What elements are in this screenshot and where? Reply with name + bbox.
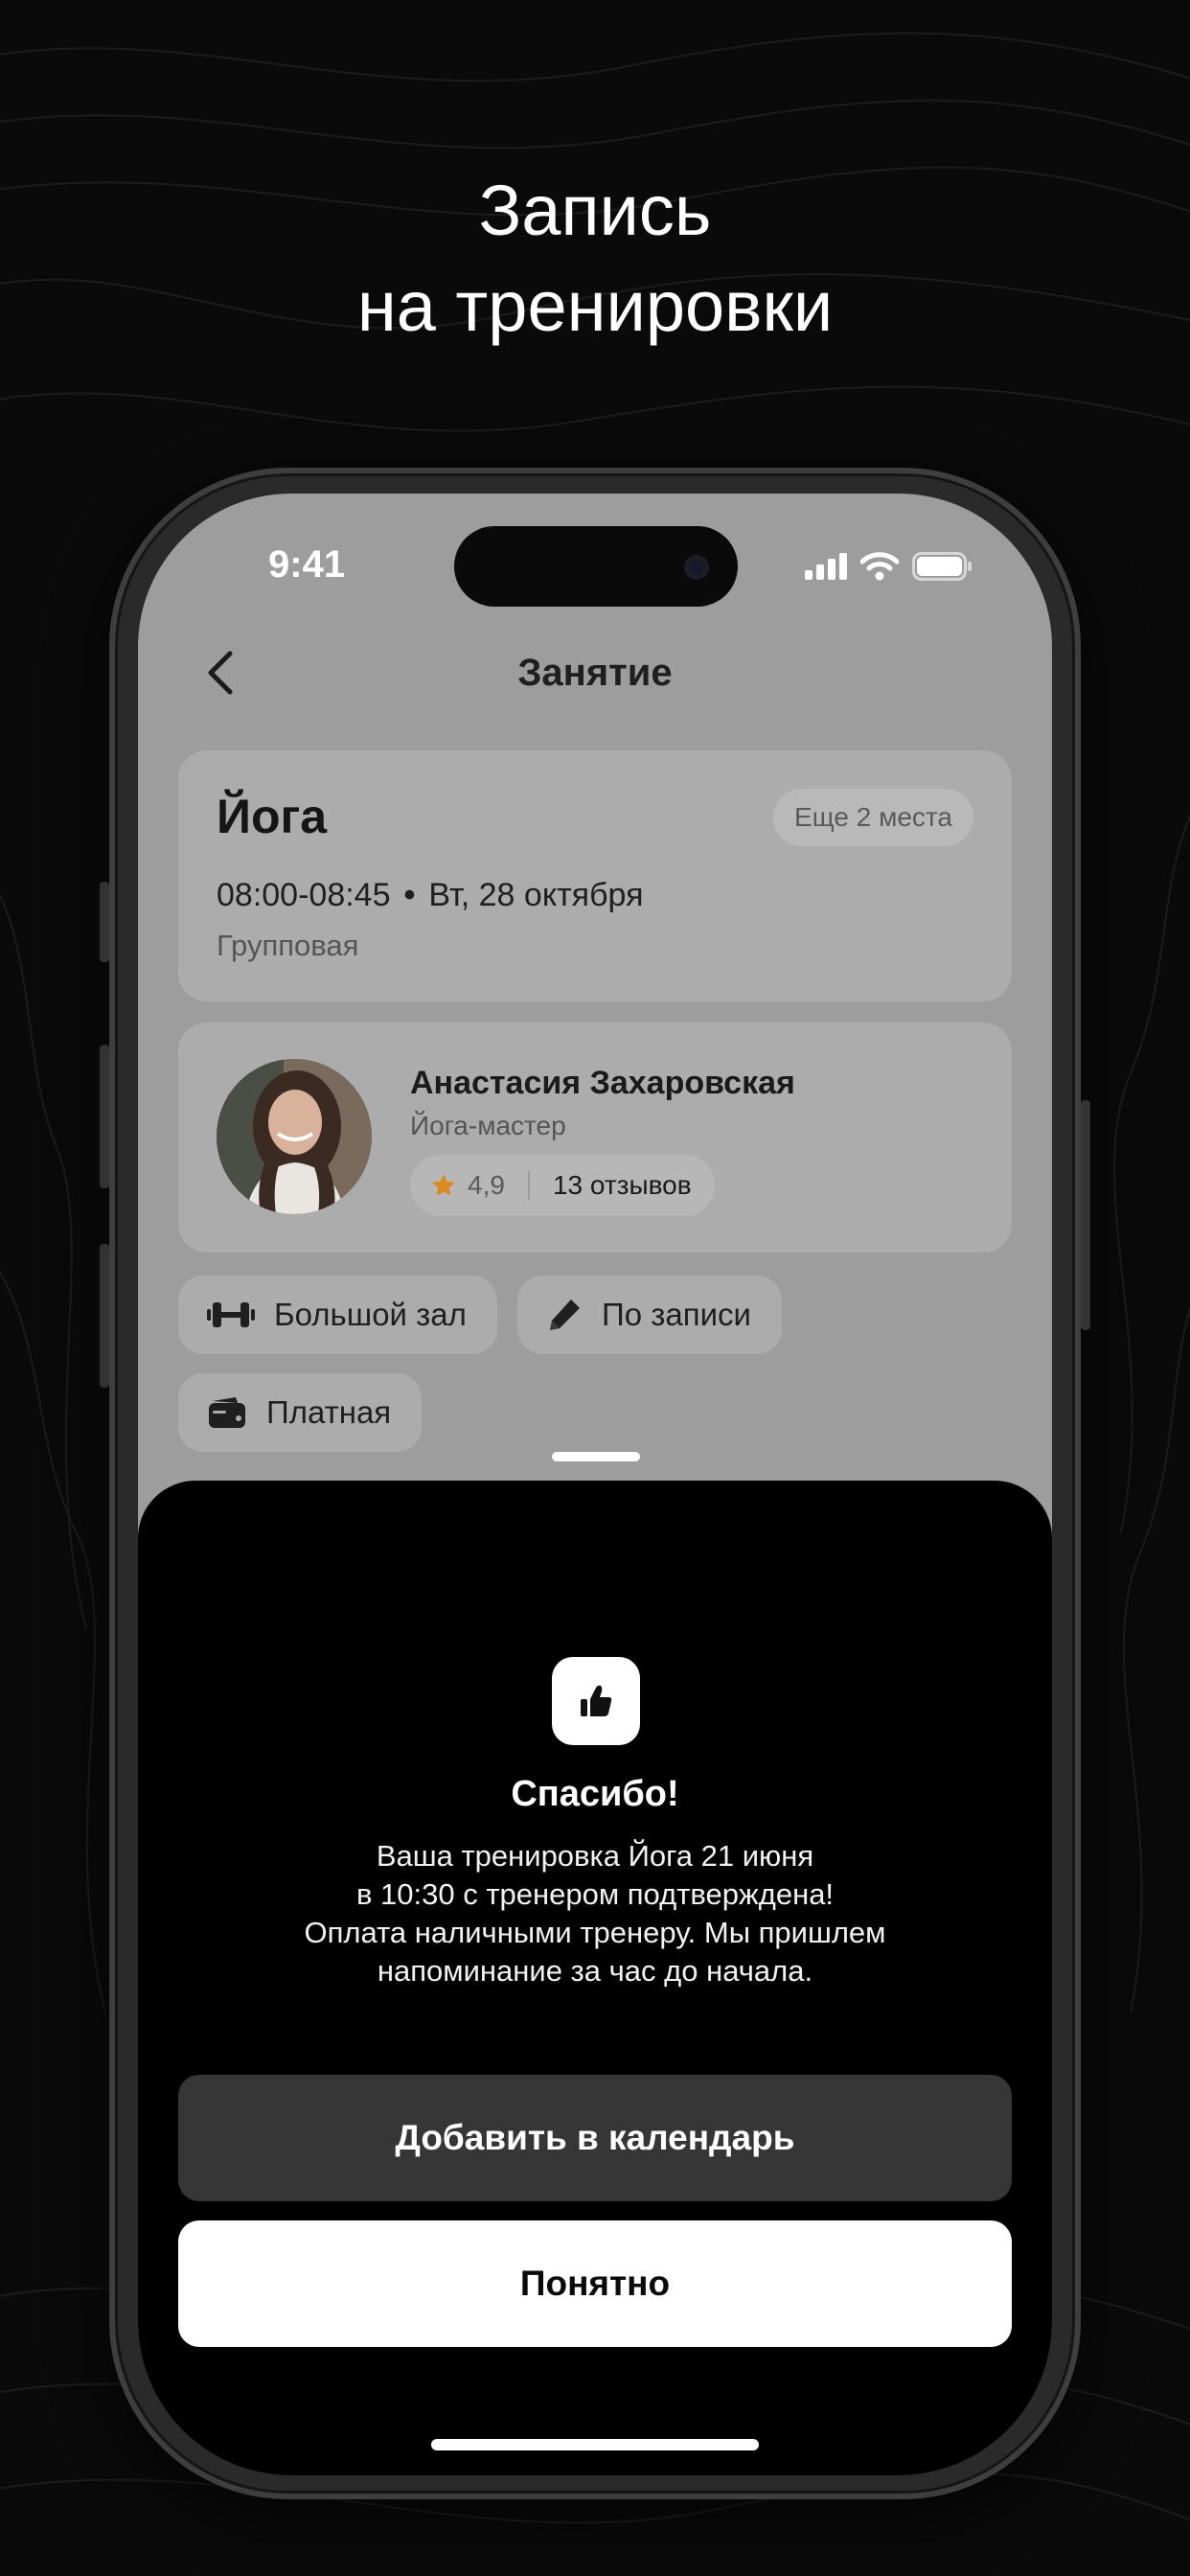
- reviews-count: 13 отзывов: [552, 1170, 692, 1200]
- sheet-message-line-4: напоминание за час до начала.: [377, 1954, 813, 1988]
- thumbs-up-icon: [581, 1685, 612, 1716]
- class-type: Групповая: [217, 929, 359, 962]
- dumbbell-icon: [207, 1302, 255, 1327]
- phone-volume-down-button: [100, 1244, 109, 1388]
- class-card: Йога Еще 2 места 08:00-08:45 • Вт, 28 октя…: [178, 750, 1012, 1001]
- chip-signup: По записи: [517, 1276, 782, 1354]
- rating-value: 4,9: [468, 1170, 505, 1200]
- rating-pill[interactable]: 4,9 13 отзывов: [410, 1155, 715, 1216]
- class-date: Вт, 28 октября: [428, 877, 644, 913]
- headline-line-2: на тренировки: [356, 266, 834, 346]
- home-indicator[interactable]: [431, 2439, 759, 2450]
- phone-action-button: [100, 882, 109, 962]
- class-name: Йога: [217, 790, 328, 843]
- dynamic-island: [454, 526, 738, 607]
- chip-paid-label: Платная: [266, 1394, 392, 1430]
- status-bar-time: 9:41: [268, 543, 346, 586]
- pen-icon: [550, 1300, 580, 1330]
- screen-title: Занятие: [517, 652, 673, 694]
- sheet-message-line-3: Оплата наличными тренеру. Мы пришлем: [304, 1916, 886, 1949]
- add-to-calendar-button[interactable]: Добавить в календарь: [178, 2075, 1012, 2201]
- trainer-name: Анастасия Захаровская: [410, 1065, 795, 1101]
- sheet-icon-badge: [552, 1657, 640, 1745]
- sheet-message: Ваша тренировка Йога 21 июня в 10:30 с т…: [234, 1837, 956, 1990]
- phone-volume-up-button: [100, 1045, 109, 1188]
- sheet-message-line-2: в 10:30 с тренером подтверждена!: [355, 1877, 835, 1911]
- sheet-message-line-1: Ваша тренировка Йога 21 июня: [376, 1839, 814, 1873]
- phone-screen: 9:41 Занятие Йога Еще 2 места 08:00-08:4…: [138, 494, 1052, 2475]
- chip-hall-label: Большой зал: [274, 1297, 467, 1332]
- cellular-signal-icon: [805, 553, 847, 580]
- trainer-card[interactable]: Анастасия Захаровская Йога-мастер 4,9 13…: [178, 1023, 1012, 1253]
- chip-hall: Большой зал: [178, 1276, 497, 1354]
- promo-page: Запись на тренировки 9:41 Занятие Йога Е…: [0, 0, 1190, 2576]
- star-icon: [432, 1174, 455, 1196]
- class-time: 08:00-08:45: [217, 877, 391, 913]
- headline-line-1: Запись: [478, 171, 712, 250]
- trainer-avatar: [217, 1059, 372, 1214]
- battery-icon: [912, 552, 972, 581]
- spots-badge: Еще 2 места: [772, 789, 973, 846]
- rating-divider: [527, 1171, 530, 1200]
- trainer-role: Йога-мастер: [410, 1111, 566, 1140]
- chip-paid: Платная: [178, 1373, 423, 1452]
- headline: Запись на тренировки: [0, 163, 1190, 355]
- separator-dot: •: [403, 877, 416, 913]
- wallet-icon: [209, 1397, 245, 1428]
- class-schedule: 08:00-08:45 • Вт, 28 октября: [217, 877, 643, 914]
- ok-button[interactable]: Понятно: [178, 2220, 1012, 2347]
- sheet-title: Спасибо!: [511, 1774, 679, 1814]
- status-bar-icons: [805, 551, 973, 582]
- phone-power-button: [1081, 1100, 1090, 1330]
- chip-signup-label: По записи: [602, 1297, 751, 1332]
- confirmation-sheet: Спасибо! Ваша тренировка Йога 21 июня в …: [138, 1481, 1052, 2475]
- sheet-grabber[interactable]: [552, 1452, 640, 1461]
- camera-lens: [684, 555, 709, 580]
- wifi-icon: [860, 552, 899, 581]
